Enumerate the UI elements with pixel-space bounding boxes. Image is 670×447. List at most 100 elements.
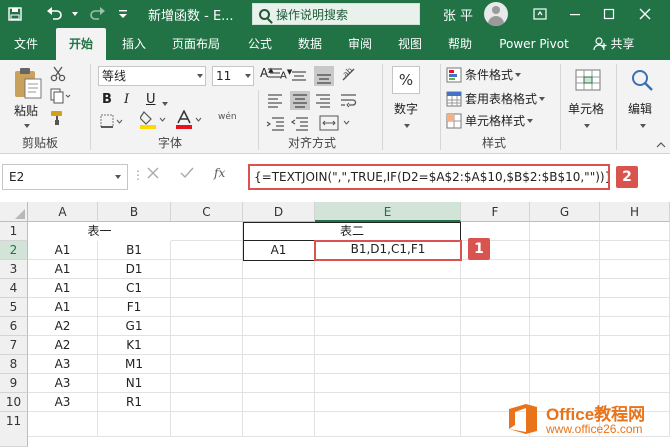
undo-icon[interactable] <box>40 0 70 28</box>
formula-input[interactable]: {=TEXTJOIN(",",TRUE,IF(D2=$A$2:$A$10,$B$… <box>248 164 610 190</box>
grid-cell[interactable] <box>315 298 461 317</box>
grid-cell[interactable] <box>461 317 530 336</box>
grid-cell[interactable] <box>243 298 315 317</box>
select-all-corner[interactable] <box>0 202 28 222</box>
cells-dropdown-icon[interactable] <box>582 118 590 132</box>
grid-cell[interactable] <box>171 298 243 317</box>
column-header-h[interactable]: H <box>600 202 670 222</box>
tab-home[interactable]: 开始 <box>56 28 106 60</box>
font-color-icon[interactable] <box>176 109 206 130</box>
confirm-entry-icon[interactable] <box>180 166 194 183</box>
customize-quick-access-icon[interactable] <box>116 0 130 28</box>
table-cell[interactable]: A2 <box>28 336 98 355</box>
row-header[interactable]: 9 <box>0 374 28 393</box>
grid-cell[interactable] <box>315 279 461 298</box>
orientation-icon[interactable]: ab <box>340 64 362 86</box>
row-header[interactable]: 4 <box>0 279 28 298</box>
editing-button[interactable] <box>628 66 656 94</box>
grid-cell[interactable] <box>315 260 461 279</box>
column-header-f[interactable]: F <box>461 202 530 222</box>
copy-icon[interactable] <box>50 88 74 106</box>
undo-dropdown-icon[interactable] <box>70 0 78 28</box>
share-button[interactable]: 共享 <box>584 28 644 60</box>
redo-icon[interactable] <box>84 0 110 28</box>
grid-cell[interactable] <box>600 336 670 355</box>
wrap-text-icon[interactable] <box>340 92 360 110</box>
grid-cell[interactable] <box>98 412 171 437</box>
grid-cell[interactable] <box>243 260 315 279</box>
grid-cell[interactable] <box>243 412 315 437</box>
grid-cell[interactable] <box>171 317 243 336</box>
row-header[interactable]: 2 <box>0 241 28 260</box>
grid-cell[interactable] <box>243 279 315 298</box>
grid-cell[interactable] <box>600 279 670 298</box>
row-header[interactable]: 11 <box>0 412 28 447</box>
grid-cell[interactable] <box>28 412 98 437</box>
grid-cell[interactable] <box>530 355 600 374</box>
grid-cell[interactable] <box>600 260 670 279</box>
format-painter-icon[interactable] <box>50 110 68 128</box>
column-header-a[interactable]: A <box>28 202 98 222</box>
grid-cell[interactable] <box>171 336 243 355</box>
grid-cell[interactable] <box>530 298 600 317</box>
grid-cell[interactable] <box>530 336 600 355</box>
table-cell[interactable]: F1 <box>98 298 171 317</box>
grid-cell[interactable] <box>243 317 315 336</box>
cancel-entry-icon[interactable] <box>146 166 160 183</box>
tab-help[interactable]: 帮助 <box>438 28 482 60</box>
grid-cell[interactable] <box>600 298 670 317</box>
table-cell[interactable]: A1 <box>28 241 98 260</box>
grid-cell[interactable] <box>600 374 670 393</box>
grid-cell[interactable] <box>315 393 461 412</box>
grid-cell[interactable] <box>315 412 461 437</box>
grid-cell[interactable] <box>530 222 600 241</box>
vertical-align-icons[interactable] <box>266 66 346 86</box>
tab-power-pivot[interactable]: Power Pivot <box>492 28 576 60</box>
table-cell[interactable]: A1 <box>28 298 98 317</box>
grid-cell[interactable] <box>243 374 315 393</box>
table-cell[interactable]: M1 <box>98 355 171 374</box>
borders-icon[interactable] <box>100 114 126 130</box>
row-header[interactable]: 7 <box>0 336 28 355</box>
avatar[interactable] <box>484 2 508 26</box>
grid-cell[interactable] <box>600 355 670 374</box>
save-icon[interactable] <box>4 0 26 28</box>
grid-cell[interactable] <box>171 412 243 437</box>
tab-formulas[interactable]: 公式 <box>238 28 282 60</box>
paste-label[interactable]: 粘贴 <box>14 102 38 119</box>
grid-cell[interactable] <box>171 374 243 393</box>
grid-cell[interactable] <box>530 317 600 336</box>
minimize-icon[interactable] <box>562 0 588 28</box>
close-icon[interactable] <box>632 0 658 28</box>
table-cell[interactable]: B1 <box>98 241 171 260</box>
format-as-table-button[interactable]: 套用表格格式 <box>446 90 546 107</box>
tab-data[interactable]: 数据 <box>288 28 332 60</box>
grid-cell[interactable] <box>315 355 461 374</box>
row-header[interactable]: 6 <box>0 317 28 336</box>
table-cell[interactable]: A3 <box>28 393 98 412</box>
phonetic-guide-icon[interactable]: wén <box>218 112 237 122</box>
table-cell[interactable]: A3 <box>28 374 98 393</box>
row-header[interactable]: 3 <box>0 260 28 279</box>
horizontal-align-icons[interactable] <box>266 90 346 110</box>
underline-dropdown-icon[interactable] <box>160 96 168 110</box>
column-header-g[interactable]: G <box>530 202 600 222</box>
table-cell[interactable]: D1 <box>98 260 171 279</box>
grid-cell[interactable] <box>315 317 461 336</box>
fill-color-icon[interactable] <box>139 110 170 130</box>
grid-cell[interactable] <box>243 336 315 355</box>
grid-cell[interactable] <box>530 241 600 260</box>
table-cell[interactable]: A2 <box>28 317 98 336</box>
formula-bar-grip-icon[interactable]: ⋮ <box>132 168 144 182</box>
grid-cell[interactable] <box>461 279 530 298</box>
table2-key-cell[interactable]: A1 <box>243 241 315 260</box>
row-header[interactable]: 8 <box>0 355 28 374</box>
table-cell[interactable]: C1 <box>98 279 171 298</box>
table-cell[interactable]: A1 <box>28 260 98 279</box>
grid-cell[interactable] <box>530 374 600 393</box>
grid-cell[interactable] <box>171 355 243 374</box>
conditional-formatting-button[interactable]: 条件格式 <box>446 66 522 83</box>
grid-cell[interactable] <box>171 222 243 241</box>
column-header-b[interactable]: B <box>98 202 171 222</box>
grid-cell[interactable] <box>461 355 530 374</box>
